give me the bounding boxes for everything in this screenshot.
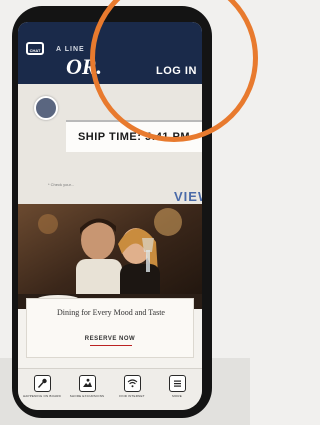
login-button[interactable]: LOG IN [156, 65, 197, 77]
microphone-icon [33, 375, 51, 392]
top-navbar: CHAT A LINE OR. LOG IN [18, 22, 202, 84]
promo-card: Dining for Every Mood and Taste RESERVE … [26, 298, 194, 358]
chat-icon[interactable]: CHAT [26, 42, 44, 55]
ship-time-display: SHIP TIME: 5:41 PM [66, 120, 202, 152]
reserve-now-button[interactable]: RESERVE NOW [27, 336, 193, 342]
ship-logo-icon [34, 96, 58, 120]
bottom-tab-bar: HAPPENING ON BOARD SHORE EXCURSIONS FIND… [18, 368, 202, 410]
dining-photo-illustration [18, 204, 202, 309]
info-footnote: * Check your... [48, 182, 75, 187]
tab-label: SHORE EXCURSIONS [69, 394, 105, 398]
tab-shore-excursions[interactable]: SHORE EXCURSIONS [67, 375, 107, 398]
tab-more[interactable]: MORE [157, 375, 197, 398]
menu-icon [168, 375, 186, 392]
excursion-icon [78, 375, 96, 392]
tab-find-internet[interactable]: FIND INTERNET [112, 375, 152, 398]
promo-title: Dining for Every Mood and Taste [57, 308, 165, 317]
tab-label: MORE [172, 394, 182, 398]
tab-label: FIND INTERNET [119, 394, 145, 398]
tab-happening-on-board[interactable]: HAPPENING ON BOARD [22, 375, 62, 398]
tab-label: HAPPENING ON BOARD [22, 394, 62, 398]
app-screen: CHAT A LINE OR. LOG IN SHIP TIME: 5:41 P… [18, 22, 202, 410]
cta-underline [90, 345, 132, 346]
ship-info-panel: SHIP TIME: 5:41 PM * Check your... VIEW [18, 84, 202, 204]
brand-line-text: A LINE [56, 46, 85, 53]
dining-photo [18, 204, 202, 309]
view-link[interactable]: VIEW [174, 189, 202, 204]
brand-logo: OR. [66, 54, 103, 79]
wifi-icon [123, 375, 141, 392]
